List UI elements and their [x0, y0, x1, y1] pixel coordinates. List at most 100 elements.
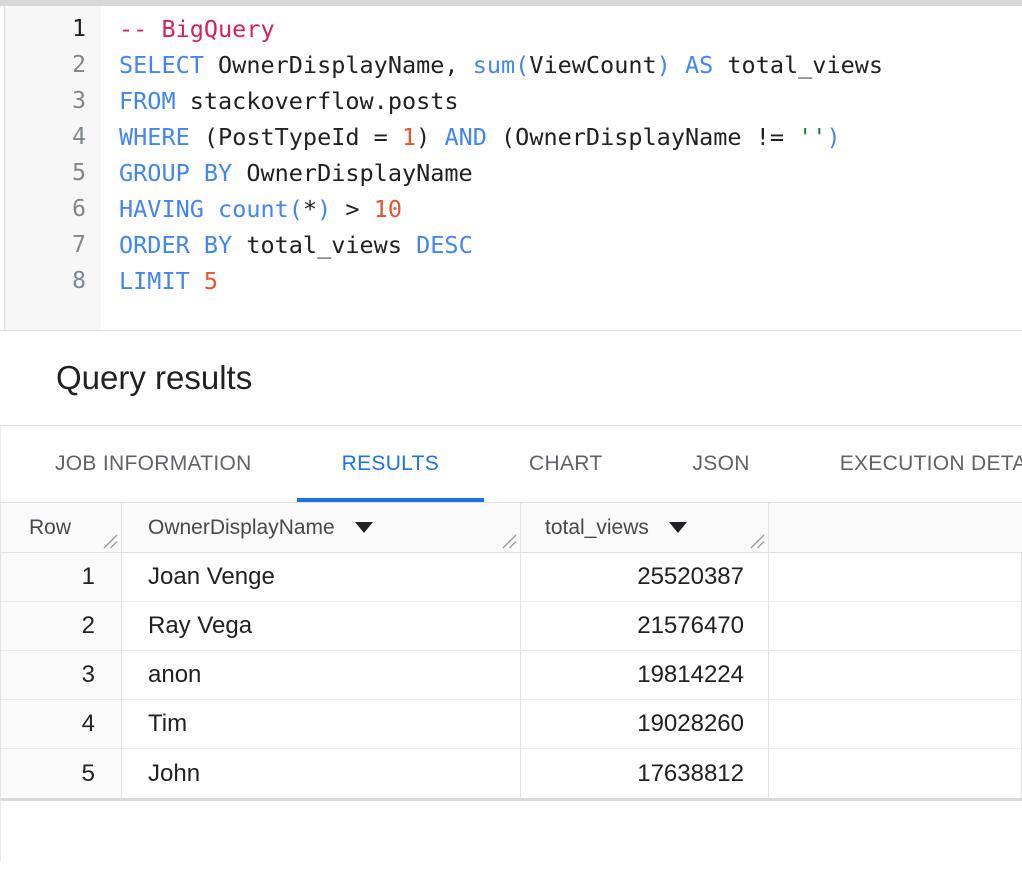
- page-title: Query results: [56, 359, 252, 397]
- row-number-cell: 4: [1, 700, 122, 748]
- sql-token: FROM: [119, 87, 176, 115]
- column-resize-handle[interactable]: [750, 534, 765, 549]
- code-line: ORDER BY total_views DESC: [119, 227, 1022, 263]
- sql-token: total_views: [232, 231, 416, 259]
- sql-editor[interactable]: 12345678 -- BigQuerySELECT OwnerDisplayN…: [0, 6, 1022, 331]
- line-number: 7: [5, 227, 101, 263]
- line-number: 4: [5, 119, 101, 155]
- owner-display-name-cell: anon: [122, 651, 521, 699]
- column-header-filler: [769, 503, 1022, 552]
- total-views-cell: 19028260: [521, 700, 769, 748]
- sql-token: -- BigQuery: [119, 15, 275, 43]
- line-number: 6: [5, 191, 101, 227]
- sql-token: WHERE: [119, 123, 190, 151]
- tab-job-information[interactable]: JOB INFORMATION: [10, 426, 297, 502]
- tab-execution-details[interactable]: EXECUTION DETAILS: [795, 426, 1022, 502]
- results-tab-bar: JOB INFORMATIONRESULTSCHARTJSONEXECUTION…: [0, 426, 1022, 503]
- sql-token: total_views: [713, 51, 883, 79]
- sql-token: stackoverflow.posts: [176, 87, 459, 115]
- sql-token: OwnerDisplayName,: [204, 51, 473, 79]
- filler-cell: [769, 749, 1022, 798]
- tab-json[interactable]: JSON: [647, 426, 794, 502]
- total-views-cell: 19814224: [521, 651, 769, 699]
- row-number-cell: 1: [1, 553, 122, 601]
- sql-token: sum(: [473, 51, 530, 79]
- sql-token: AS: [685, 51, 713, 79]
- code-line: LIMIT 5: [119, 263, 1022, 299]
- sql-token: count(: [218, 195, 303, 223]
- sql-token: DESC: [416, 231, 473, 259]
- column-resize-handle[interactable]: [103, 534, 118, 549]
- owner-display-name-cell: Ray Vega: [122, 602, 521, 650]
- sql-token: ): [416, 123, 444, 151]
- sql-token: (OwnerDisplayName !=: [487, 123, 798, 151]
- line-number: 3: [5, 83, 101, 119]
- tab-chart[interactable]: CHART: [484, 426, 647, 502]
- sql-token: >: [331, 195, 373, 223]
- owner-display-name-cell: Joan Venge: [122, 553, 521, 601]
- sql-token: LIMIT: [119, 267, 190, 295]
- code-line: -- BigQuery: [119, 11, 1022, 47]
- total-views-cell: 17638812: [521, 749, 769, 798]
- total-views-cell: 21576470: [521, 602, 769, 650]
- column-sort-menu-icon[interactable]: [669, 522, 687, 533]
- sql-token: SELECT: [119, 51, 204, 79]
- sql-token: ): [657, 51, 671, 79]
- column-label: OwnerDisplayName: [148, 516, 335, 540]
- tab-results[interactable]: RESULTS: [297, 426, 484, 502]
- table-body: 1Joan Venge255203872Ray Vega215764703ano…: [1, 553, 1022, 798]
- line-number: 5: [5, 155, 101, 191]
- code-area[interactable]: -- BigQuery SELECT OwnerDisplayName, sum(…: [101, 6, 1022, 330]
- table-row: 4Tim19028260: [1, 700, 1022, 749]
- sql-token: [671, 51, 685, 79]
- code-line: HAVING count(*) > 10: [119, 191, 1022, 227]
- code-line: SELECT OwnerDisplayName, sum(ViewCount) …: [119, 47, 1022, 83]
- gutter: 12345678: [4, 6, 101, 330]
- column-header-total-views: total_views: [521, 503, 769, 552]
- column-header-ownerdisplayname: OwnerDisplayName: [122, 503, 521, 552]
- column-sort-menu-icon[interactable]: [355, 522, 373, 533]
- sql-token: ORDER BY: [119, 231, 232, 259]
- column-resize-handle[interactable]: [502, 534, 517, 549]
- row-number-cell: 5: [1, 749, 122, 798]
- sql-token: GROUP BY: [119, 159, 232, 187]
- code-line: WHERE (PostTypeId = 1) AND (OwnerDisplay…: [119, 119, 1022, 155]
- code-line: GROUP BY OwnerDisplayName: [119, 155, 1022, 191]
- bigquery-results-page: 12345678 -- BigQuerySELECT OwnerDisplayN…: [0, 0, 1022, 878]
- line-number: 2: [5, 47, 101, 83]
- row-number-cell: 3: [1, 651, 122, 699]
- results-table: Row OwnerDisplayName total_views: [0, 503, 1022, 801]
- sql-token: [190, 267, 204, 295]
- sql-token: 5: [204, 267, 218, 295]
- sql-token: ): [826, 123, 840, 151]
- table-row: 1Joan Venge25520387: [1, 553, 1022, 602]
- column-label: total_views: [545, 516, 649, 540]
- sql-token: 1: [402, 123, 416, 151]
- filler-cell: [769, 651, 1022, 699]
- query-results-header: Query results: [0, 331, 1022, 426]
- filler-cell: [769, 602, 1022, 650]
- filler-cell: [769, 700, 1022, 748]
- sql-token: [204, 195, 218, 223]
- sql-token: HAVING: [119, 195, 204, 223]
- line-number: 8: [5, 263, 101, 299]
- code-line: FROM stackoverflow.posts: [119, 83, 1022, 119]
- sql-token: 10: [374, 195, 402, 223]
- sql-token: (PostTypeId =: [190, 123, 402, 151]
- sql-token: AND: [444, 123, 486, 151]
- owner-display-name-cell: John: [122, 749, 521, 798]
- table-row: 3anon19814224: [1, 651, 1022, 700]
- table-row: 2Ray Vega21576470: [1, 602, 1022, 651]
- bottom-spacer: [0, 801, 1022, 861]
- owner-display-name-cell: Tim: [122, 700, 521, 748]
- sql-token: ViewCount: [529, 51, 656, 79]
- sql-token: ): [317, 195, 331, 223]
- total-views-cell: 25520387: [521, 553, 769, 601]
- sql-token: '': [798, 123, 826, 151]
- sql-token: *: [303, 195, 317, 223]
- line-number: 1: [5, 11, 101, 47]
- table-header-row: Row OwnerDisplayName total_views: [1, 503, 1022, 553]
- sql-token: OwnerDisplayName: [232, 159, 473, 187]
- table-row: 5John17638812: [1, 749, 1022, 798]
- column-header-row: Row: [1, 503, 122, 552]
